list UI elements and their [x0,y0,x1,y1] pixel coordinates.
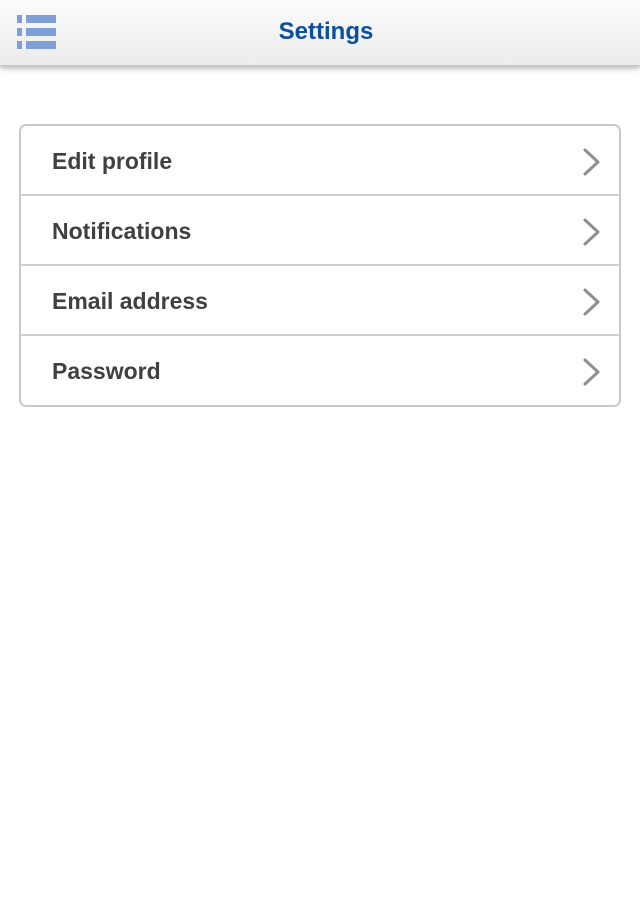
chevron-right-icon [583,148,600,176]
chevron-right-icon [583,358,600,386]
settings-item-edit-profile[interactable]: Edit profile [21,126,619,196]
settings-item-password[interactable]: Password [21,336,619,405]
settings-item-notifications[interactable]: Notifications [21,196,619,266]
settings-item-label: Notifications [52,218,192,244]
menu-button[interactable] [10,10,64,56]
list-menu-icon [17,15,56,49]
page-title: Settings [278,18,374,45]
settings-list: Edit profile Notifications Email address… [19,124,621,407]
settings-item-label: Email address [52,288,208,314]
chevron-right-icon [583,218,600,246]
settings-item-label: Password [52,358,161,384]
top-navigation-bar: Settings [0,0,640,66]
settings-item-label: Edit profile [52,148,173,174]
settings-item-email-address[interactable]: Email address [21,266,619,336]
chevron-right-icon [583,288,600,316]
